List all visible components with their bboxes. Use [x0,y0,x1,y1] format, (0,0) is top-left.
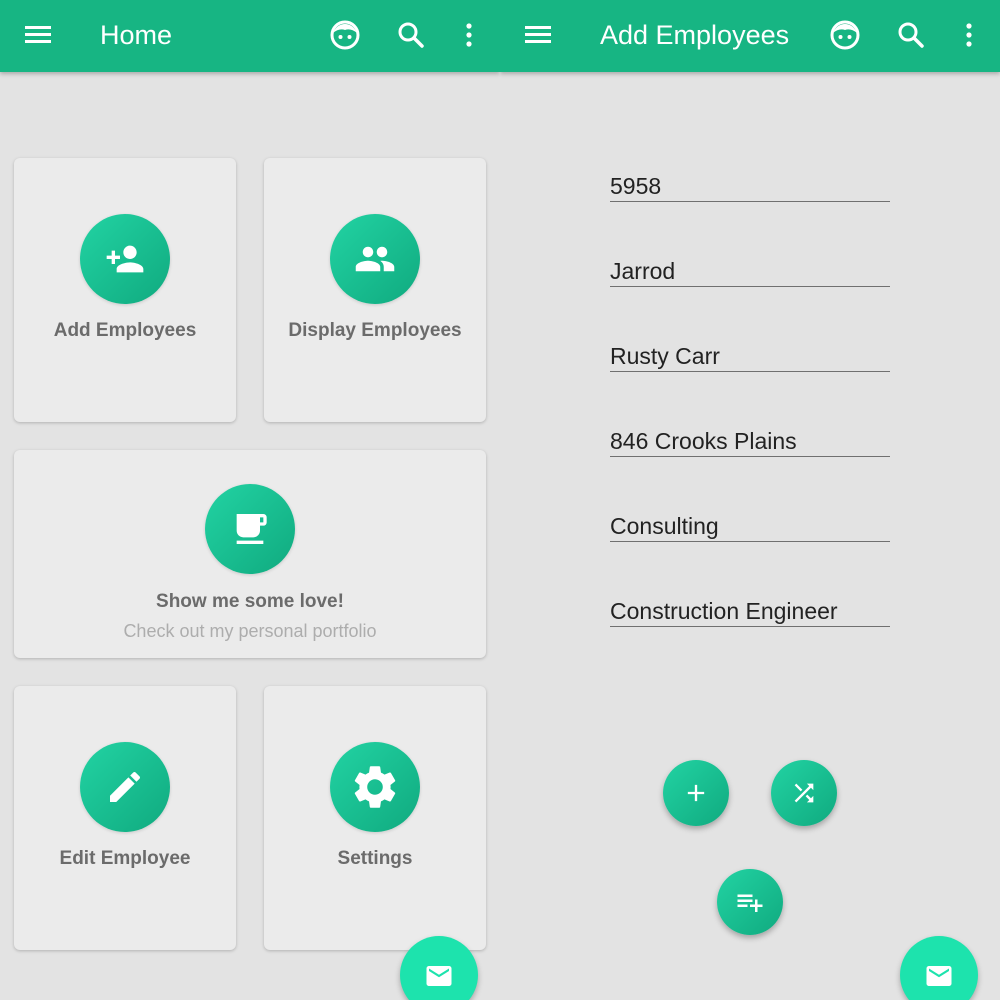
face-icon[interactable] [328,18,362,52]
home-app-bar: Home [0,0,500,72]
page-title: Home [100,20,173,50]
playlist-add-button[interactable] [717,869,783,935]
first-name-input[interactable] [610,247,890,286]
edit-employee-card[interactable]: Edit Employee [14,686,236,950]
portfolio-card[interactable]: Show me some love! Check out my personal… [14,450,486,658]
add-employees-screen: Add Employees [500,0,1000,1000]
search-icon[interactable] [894,18,928,52]
playlist-add-icon [737,894,763,912]
add-employees-card[interactable]: Add Employees [14,158,236,422]
coffee-cup-icon [205,484,295,574]
add-employees-app-bar: Add Employees [500,0,1000,72]
mail-fab-button[interactable] [900,936,978,1000]
employee-id-field[interactable] [610,162,890,202]
card-label: Settings [337,848,413,869]
card-subtitle: Check out my personal portfolio [123,621,377,641]
last-name-field[interactable] [610,332,890,372]
person-add-icon [80,214,170,304]
menu-icon[interactable] [522,20,556,50]
card-label: Display Employees [288,320,462,341]
department-field[interactable] [610,502,890,542]
position-field[interactable] [610,587,890,627]
last-name-input[interactable] [610,332,890,371]
more-vert-icon[interactable] [452,18,486,52]
shuffle-icon [794,783,814,803]
position-input[interactable] [610,587,890,626]
card-label: Edit Employee [59,848,191,869]
mail-icon [426,966,452,986]
shuffle-button[interactable] [771,760,837,826]
add-button[interactable] [663,760,729,826]
display-employees-card[interactable]: Display Employees [264,158,486,422]
gear-icon [330,742,420,832]
card-label: Show me some love! [156,591,344,612]
more-vert-icon[interactable] [952,18,986,52]
mail-icon [926,966,952,986]
add-icon [687,784,705,802]
home-screen: Home Add Employees Display Employees Sho… [0,0,500,1000]
employee-id-input[interactable] [610,162,890,201]
menu-icon[interactable] [22,20,56,50]
first-name-field[interactable] [610,247,890,287]
pencil-icon [80,742,170,832]
face-icon[interactable] [828,18,862,52]
department-input[interactable] [610,502,890,541]
address-field[interactable] [610,417,890,457]
search-icon[interactable] [394,18,428,52]
page-title: Add Employees [600,20,790,50]
settings-card[interactable]: Settings [264,686,486,950]
card-label: Add Employees [53,320,197,341]
people-icon [330,214,420,304]
address-input[interactable] [610,417,890,456]
